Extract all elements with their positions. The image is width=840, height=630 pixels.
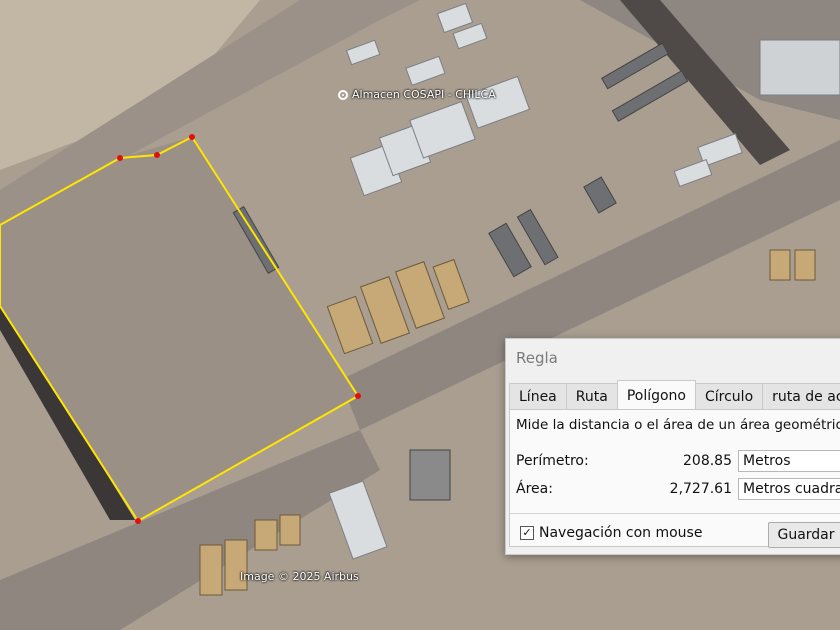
perimeter-unit-select[interactable]: Metros xyxy=(738,450,840,472)
tab-circulo[interactable]: Círculo xyxy=(695,383,764,410)
area-row: Área: 2,727.61 Metros cuadrado xyxy=(516,478,840,500)
imagery-credit: Image © 2025 Airbus xyxy=(240,570,359,583)
ruler-tabs: Línea Ruta Polígono Círculo ruta de ac xyxy=(509,380,840,412)
placemark[interactable]: Almacen COSAPI - CHILCA xyxy=(338,88,496,101)
tab-ruta-de-acceso[interactable]: ruta de ac xyxy=(762,383,840,410)
tab-linea[interactable]: Línea xyxy=(509,383,567,410)
checkbox-checked-icon[interactable]: ✓ xyxy=(520,526,534,540)
placemark-pin-icon[interactable] xyxy=(338,89,348,100)
panel-divider xyxy=(510,513,840,514)
perimeter-row: Perímetro: 208.85 Metros xyxy=(516,450,840,472)
mouse-navigation-checkbox[interactable]: ✓ Navegación con mouse xyxy=(520,525,702,541)
area-unit-select[interactable]: Metros cuadrado xyxy=(738,478,840,500)
perimeter-value: 208.85 xyxy=(683,453,732,469)
save-button[interactable]: Guardar xyxy=(768,522,840,548)
tab-ruta[interactable]: Ruta xyxy=(565,383,618,410)
area-value: 2,727.61 xyxy=(669,481,732,497)
dialog-title: Regla xyxy=(516,349,558,367)
mouse-navigation-label: Navegación con mouse xyxy=(539,525,703,541)
placemark-label: Almacen COSAPI - CHILCA xyxy=(352,88,496,101)
area-label: Área: xyxy=(516,481,553,497)
perimeter-label: Perímetro: xyxy=(516,453,589,469)
measure-description: Mide la distancia o el área de un área g… xyxy=(516,417,840,433)
ruler-dialog: Regla Línea Ruta Polígono Círculo ruta d… xyxy=(505,338,840,555)
tab-poligono[interactable]: Polígono xyxy=(616,380,696,412)
polygon-panel: Mide la distancia o el área de un área g… xyxy=(509,409,840,548)
